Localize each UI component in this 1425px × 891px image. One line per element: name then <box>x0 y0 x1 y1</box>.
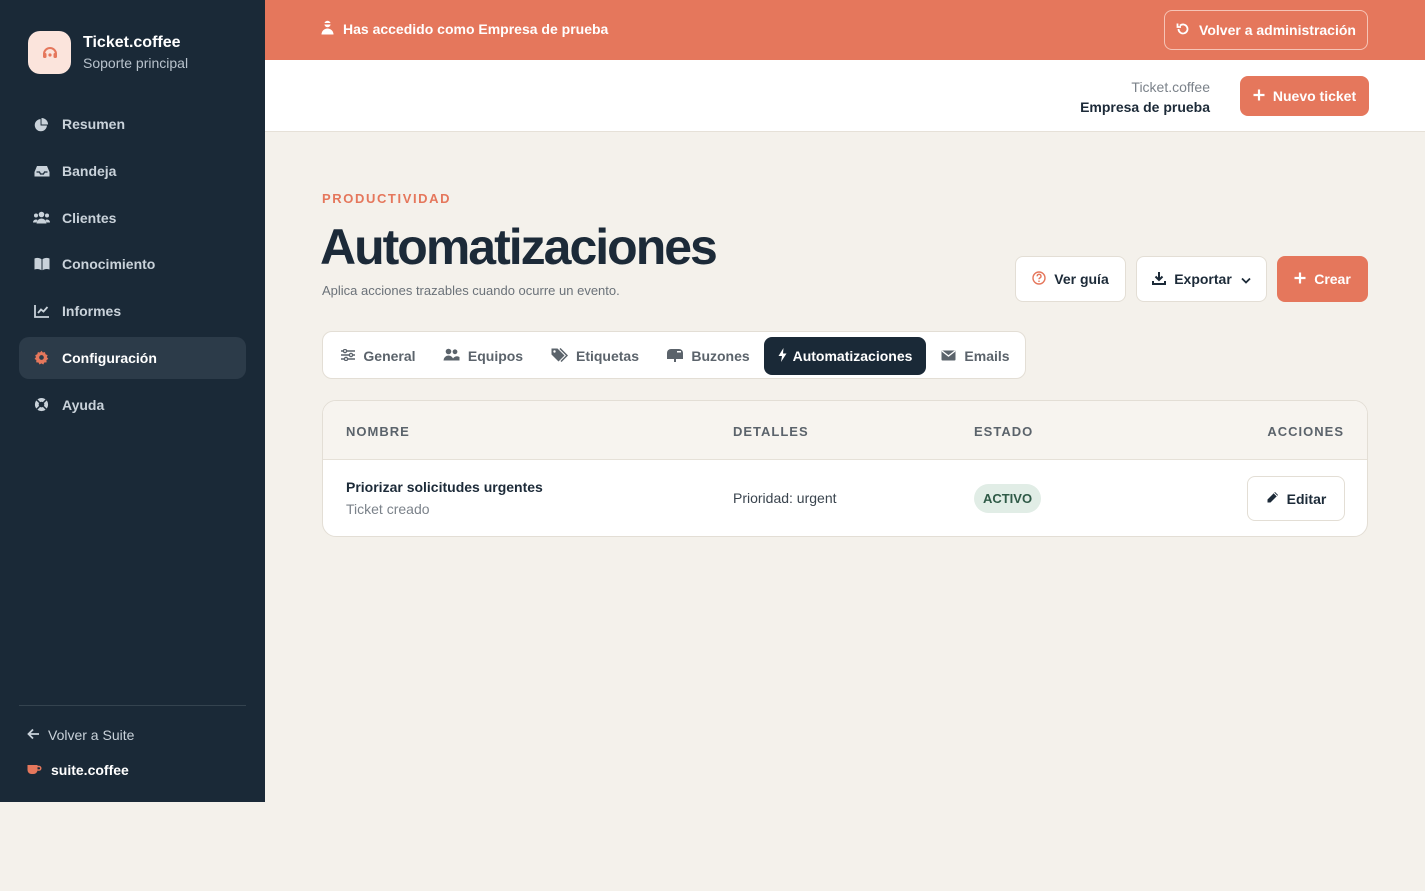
brand[interactable]: Ticket.coffee Soporte principal <box>28 31 188 74</box>
tab-buzones[interactable]: Buzones <box>658 337 759 375</box>
arrow-left-icon <box>27 727 40 743</box>
tab-automatizaciones[interactable]: Automatizaciones <box>764 337 926 375</box>
tab-label: General <box>363 348 416 364</box>
sidebar-item-bandeja[interactable]: Bandeja <box>19 150 246 192</box>
tab-equipos[interactable]: Equipos <box>433 337 533 375</box>
back-to-admin-label: Volver a administración <box>1199 22 1356 38</box>
create-label: Crear <box>1314 271 1351 287</box>
top-bar: Ticket.coffee Empresa de prueba Nuevo ti… <box>265 60 1425 132</box>
back-to-suite-link[interactable]: Volver a Suite <box>27 727 134 743</box>
plus-icon <box>1294 271 1306 287</box>
automations-table: NOMBRE DETALLES ESTADO ACCIONES Prioriza… <box>322 400 1368 537</box>
rotate-left-icon <box>1176 22 1190 39</box>
pencil-icon <box>1266 491 1279 507</box>
sidebar-item-label: Conocimiento <box>62 256 156 273</box>
page-subtitle: Aplica acciones trazables cuando ocurre … <box>322 283 620 298</box>
back-to-admin-button[interactable]: Volver a administración <box>1164 10 1368 50</box>
sidebar-item-informes[interactable]: Informes <box>19 290 246 332</box>
column-header-actions: ACCIONES <box>1267 424 1344 439</box>
tab-label: Emails <box>964 348 1010 364</box>
brand-logo-icon <box>28 31 71 74</box>
create-button[interactable]: Crear <box>1277 256 1368 302</box>
sidebar-item-label: Ayuda <box>62 396 105 413</box>
sidebar-item-conocimiento[interactable]: Conocimiento <box>19 243 246 285</box>
sidebar-item-label: Clientes <box>62 209 117 226</box>
guide-label: Ver guía <box>1054 271 1109 287</box>
sidebar-item-label: Informes <box>62 303 122 320</box>
table-header: NOMBRE DETALLES ESTADO ACCIONES <box>323 401 1367 460</box>
banner-message-text: Has accedido como Empresa de prueba <box>343 21 609 37</box>
column-header-details: DETALLES <box>733 424 809 439</box>
export-label: Exportar <box>1174 271 1232 287</box>
suite-brand[interactable]: suite.coffee <box>27 762 129 778</box>
tab-label: Etiquetas <box>575 348 639 364</box>
tab-label: Equipos <box>467 348 524 364</box>
gear-icon <box>33 349 50 366</box>
back-to-suite-label: Volver a Suite <box>48 727 135 743</box>
chart-line-icon <box>33 303 50 320</box>
new-ticket-label: Nuevo ticket <box>1272 88 1357 104</box>
inbox-icon <box>33 162 50 179</box>
plus-icon <box>1253 88 1265 104</box>
tab-label: Automatizaciones <box>792 348 913 364</box>
page-eyebrow: PRODUCTIVIDAD <box>322 191 452 206</box>
users-icon <box>33 209 50 226</box>
banner-message: Has accedido como Empresa de prueba <box>321 20 608 38</box>
settings-tabs: General Equipos Etiquetas Buzones Automa… <box>322 331 1026 379</box>
edit-button[interactable]: Editar <box>1247 476 1345 521</box>
automation-details: Prioridad: urgent <box>733 490 837 506</box>
automation-trigger: Ticket creado <box>346 501 430 517</box>
sidebar-item-label: Bandeja <box>62 162 117 179</box>
automation-name: Priorizar solicitudes urgentes <box>346 479 543 495</box>
company-info: Ticket.coffee Empresa de prueba <box>1080 77 1210 117</box>
chevron-down-icon <box>1241 271 1251 287</box>
sidebar-nav: Resumen Bandeja Clientes Conocimiento In… <box>19 103 246 431</box>
book-icon <box>33 256 50 273</box>
bolt-icon <box>778 347 787 365</box>
tab-etiquetas[interactable]: Etiquetas <box>541 337 649 375</box>
sidebar-item-configuracion[interactable]: Configuración <box>19 336 246 379</box>
column-header-name: NOMBRE <box>346 424 410 439</box>
sidebar-item-label: Configuración <box>62 349 157 366</box>
column-header-status: ESTADO <box>974 424 1034 439</box>
brand-subtitle: Soporte principal <box>83 55 189 71</box>
life-ring-icon <box>33 396 50 413</box>
brand-name: Ticket.coffee <box>83 34 181 51</box>
envelope-icon <box>941 348 956 364</box>
impersonation-banner: Has accedido como Empresa de prueba Volv… <box>265 0 1425 60</box>
guide-button[interactable]: Ver guía <box>1015 256 1126 302</box>
new-ticket-button[interactable]: Nuevo ticket <box>1240 76 1369 116</box>
suite-brand-label: suite.coffee <box>51 762 129 778</box>
sidebar-item-label: Resumen <box>62 116 126 132</box>
product-name: Ticket.coffee <box>1131 79 1210 95</box>
tab-emails[interactable]: Emails <box>930 337 1021 375</box>
page-title: Automatizaciones <box>320 219 718 275</box>
tags-icon <box>551 347 569 365</box>
user-secret-icon <box>321 20 334 38</box>
download-icon <box>1152 271 1167 288</box>
company-name: Empresa de prueba <box>1080 99 1210 115</box>
coffee-cup-icon <box>27 762 42 778</box>
tab-general[interactable]: General <box>328 337 429 375</box>
sidebar-item-ayuda[interactable]: Ayuda <box>19 384 246 426</box>
chart-pie-icon <box>33 116 50 133</box>
sidebar: Ticket.coffee Soporte principal Resumen … <box>0 0 265 802</box>
export-dropdown[interactable]: Exportar <box>1136 256 1267 302</box>
sidebar-divider <box>19 705 246 706</box>
question-circle-icon <box>1032 270 1046 288</box>
sliders-icon <box>341 348 356 364</box>
mailbox-icon <box>667 348 684 365</box>
sidebar-item-resumen[interactable]: Resumen <box>19 103 246 145</box>
tab-label: Buzones <box>691 348 750 364</box>
users-icon <box>443 348 460 364</box>
sidebar-item-clientes[interactable]: Clientes <box>19 197 246 239</box>
status-badge: ACTIVO <box>974 484 1041 513</box>
edit-label: Editar <box>1286 490 1327 507</box>
